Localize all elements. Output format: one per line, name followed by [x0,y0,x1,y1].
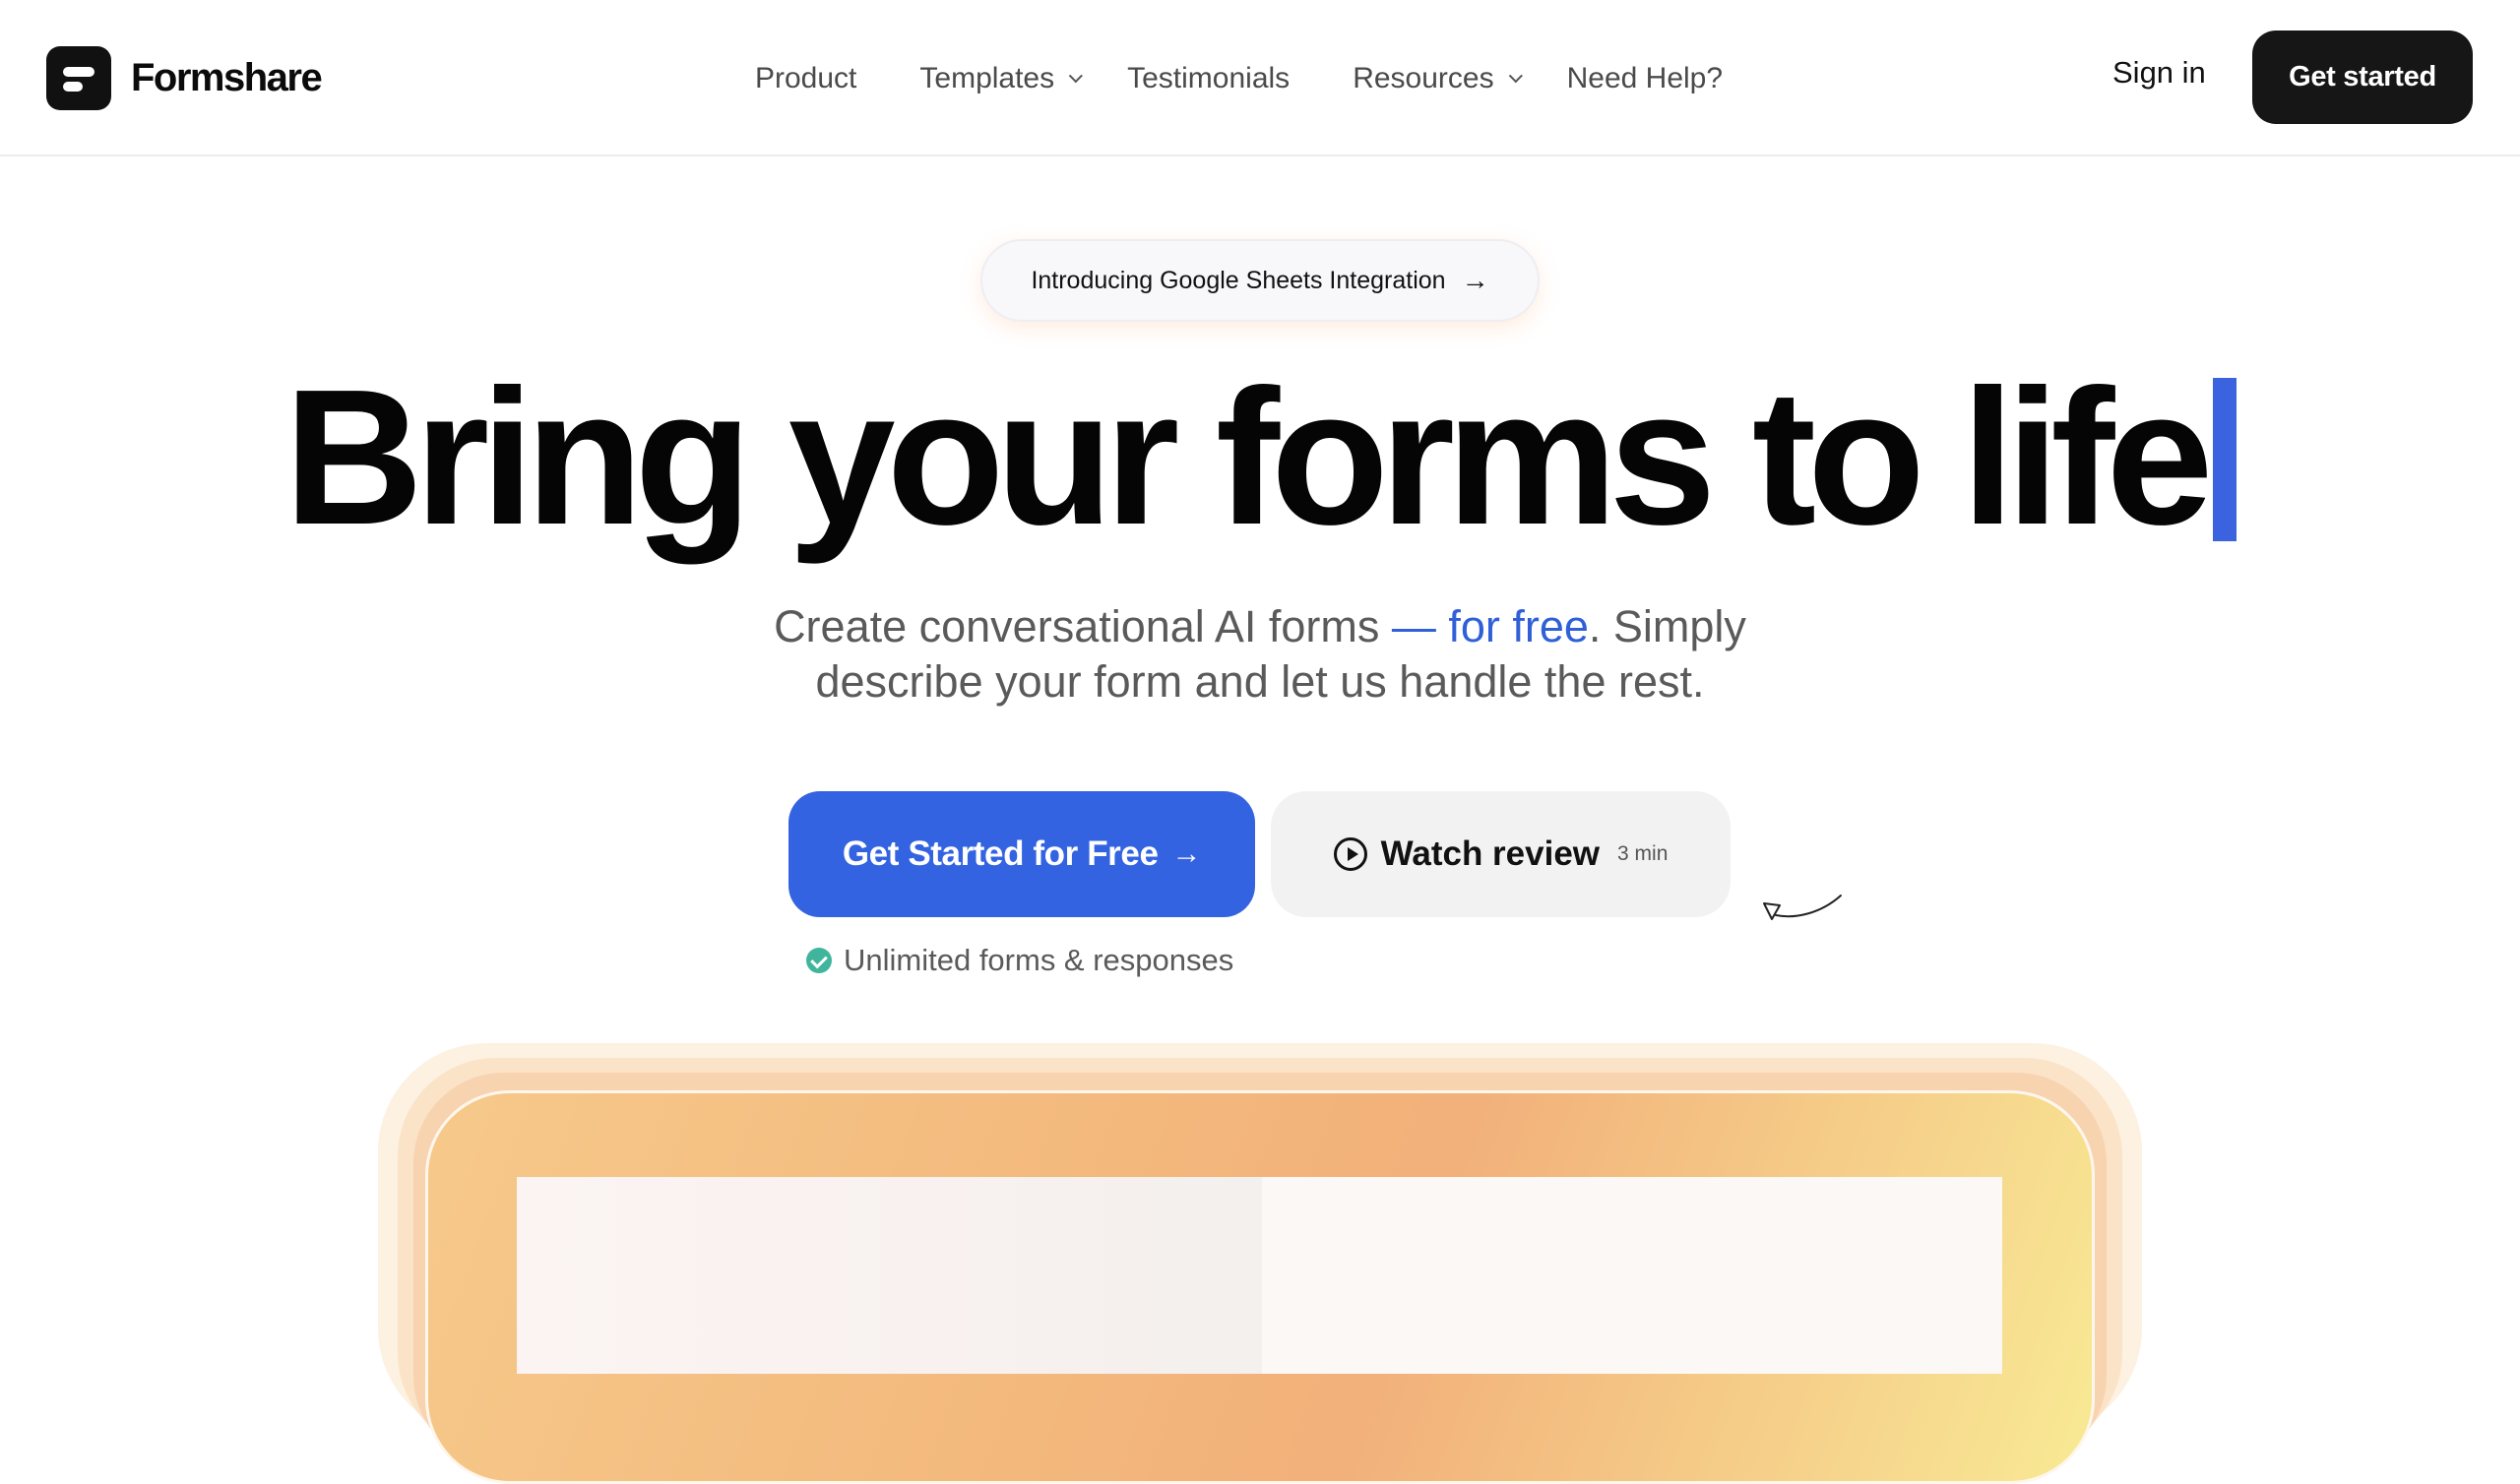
arrow-right-icon: → [1171,837,1202,870]
announcement-pill[interactable]: Introducing Google Sheets Integration → [980,239,1540,322]
preview-panel-right [1262,1177,2002,1374]
play-circle-icon [1333,837,1367,871]
brand-logo[interactable]: Formshare [46,46,323,110]
nav-item-need-help[interactable]: Need Help? [1567,62,1723,95]
brand-name: Formshare [131,56,323,99]
hero-headline: Bring your forms to life [0,349,2520,566]
get-started-free-button[interactable]: Get Started for Free → [788,791,1255,917]
site-header: Formshare Product Templates Testimonials… [0,0,2520,156]
nav-item-resources[interactable]: Resources [1353,62,1523,95]
arrow-right-icon: → [1461,265,1489,295]
decorative-arrow-icon [1763,895,1842,920]
preview-panel-left [517,1177,1262,1374]
formshare-logo-icon [46,46,111,110]
main-nav: Product Templates Testimonials Resources… [755,51,1723,106]
nav-item-testimonials[interactable]: Testimonials [1127,62,1290,95]
typing-caret [2212,378,2236,541]
announcement-text: Introducing Google Sheets Integration [1031,266,1446,294]
nav-item-templates[interactable]: Templates [919,62,1084,95]
watch-review-button[interactable]: Watch review 3 min [1271,791,1731,917]
video-duration: 3 min [1617,842,1669,865]
check-badge-icon [806,948,832,973]
feature-note: Unlimited forms & responses [806,941,1233,980]
chevron-down-icon [1508,69,1523,84]
sign-in-link[interactable]: Sign in [2112,55,2206,91]
chevron-down-icon [1068,69,1084,84]
subtext-highlight: — for free [1391,601,1589,651]
nav-item-product[interactable]: Product [755,62,856,95]
get-started-button[interactable]: Get started [2252,31,2473,124]
hero-subtext: Create conversational AI forms — for fre… [774,601,1746,707]
